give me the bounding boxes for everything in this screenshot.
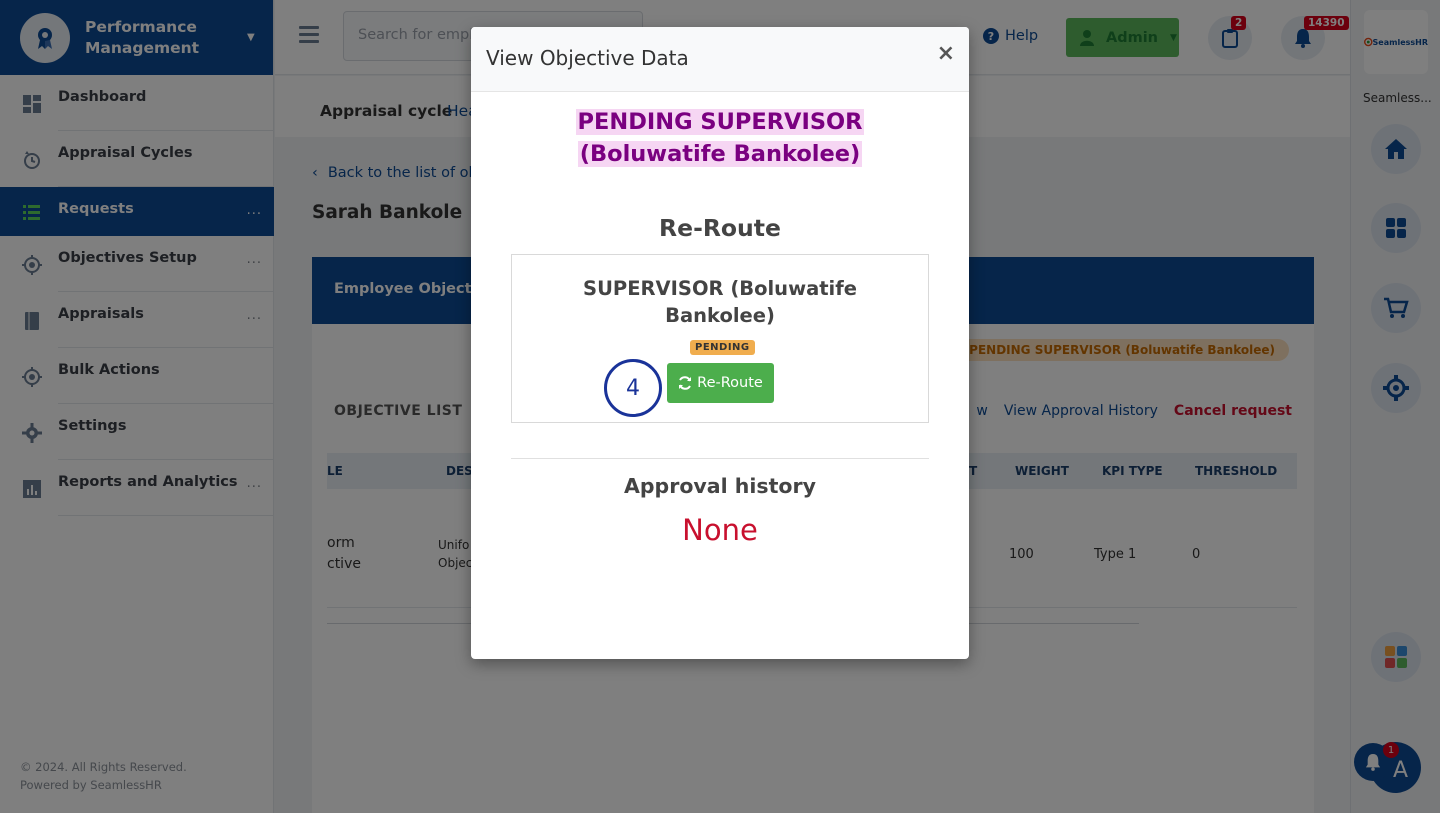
status-line2: (Boluwatife Bankolee): [577, 141, 863, 167]
reroute-heading: Re-Route: [659, 214, 781, 242]
divider: [511, 458, 929, 459]
refresh-icon: [679, 376, 692, 390]
status-badge: PENDING: [690, 340, 755, 355]
step-number-marker: 4: [604, 359, 662, 417]
supervisor-step-box: SUPERVISOR (Boluwatife Bankolee) PENDING…: [511, 254, 929, 423]
view-objective-modal: View Objective Data × PENDING SUPERVISOR…: [471, 27, 969, 659]
modal-title: View Objective Data: [486, 46, 689, 70]
approval-history-value: None: [682, 513, 758, 547]
supervisor-line1: SUPERVISOR (Boluwatife: [583, 277, 857, 300]
status-title: PENDING SUPERVISOR (Boluwatife Bankolee): [471, 106, 969, 170]
modal-header: View Objective Data ×: [471, 27, 969, 92]
reroute-button-label: Re-Route: [697, 375, 763, 391]
supervisor-name: SUPERVISOR (Boluwatife Bankolee): [512, 275, 928, 329]
status-line1: PENDING SUPERVISOR: [575, 109, 865, 135]
close-icon[interactable]: ×: [937, 41, 955, 66]
approval-history-heading: Approval history: [624, 474, 816, 498]
reroute-button[interactable]: Re-Route: [667, 363, 774, 403]
supervisor-line2: Bankolee): [665, 304, 775, 327]
